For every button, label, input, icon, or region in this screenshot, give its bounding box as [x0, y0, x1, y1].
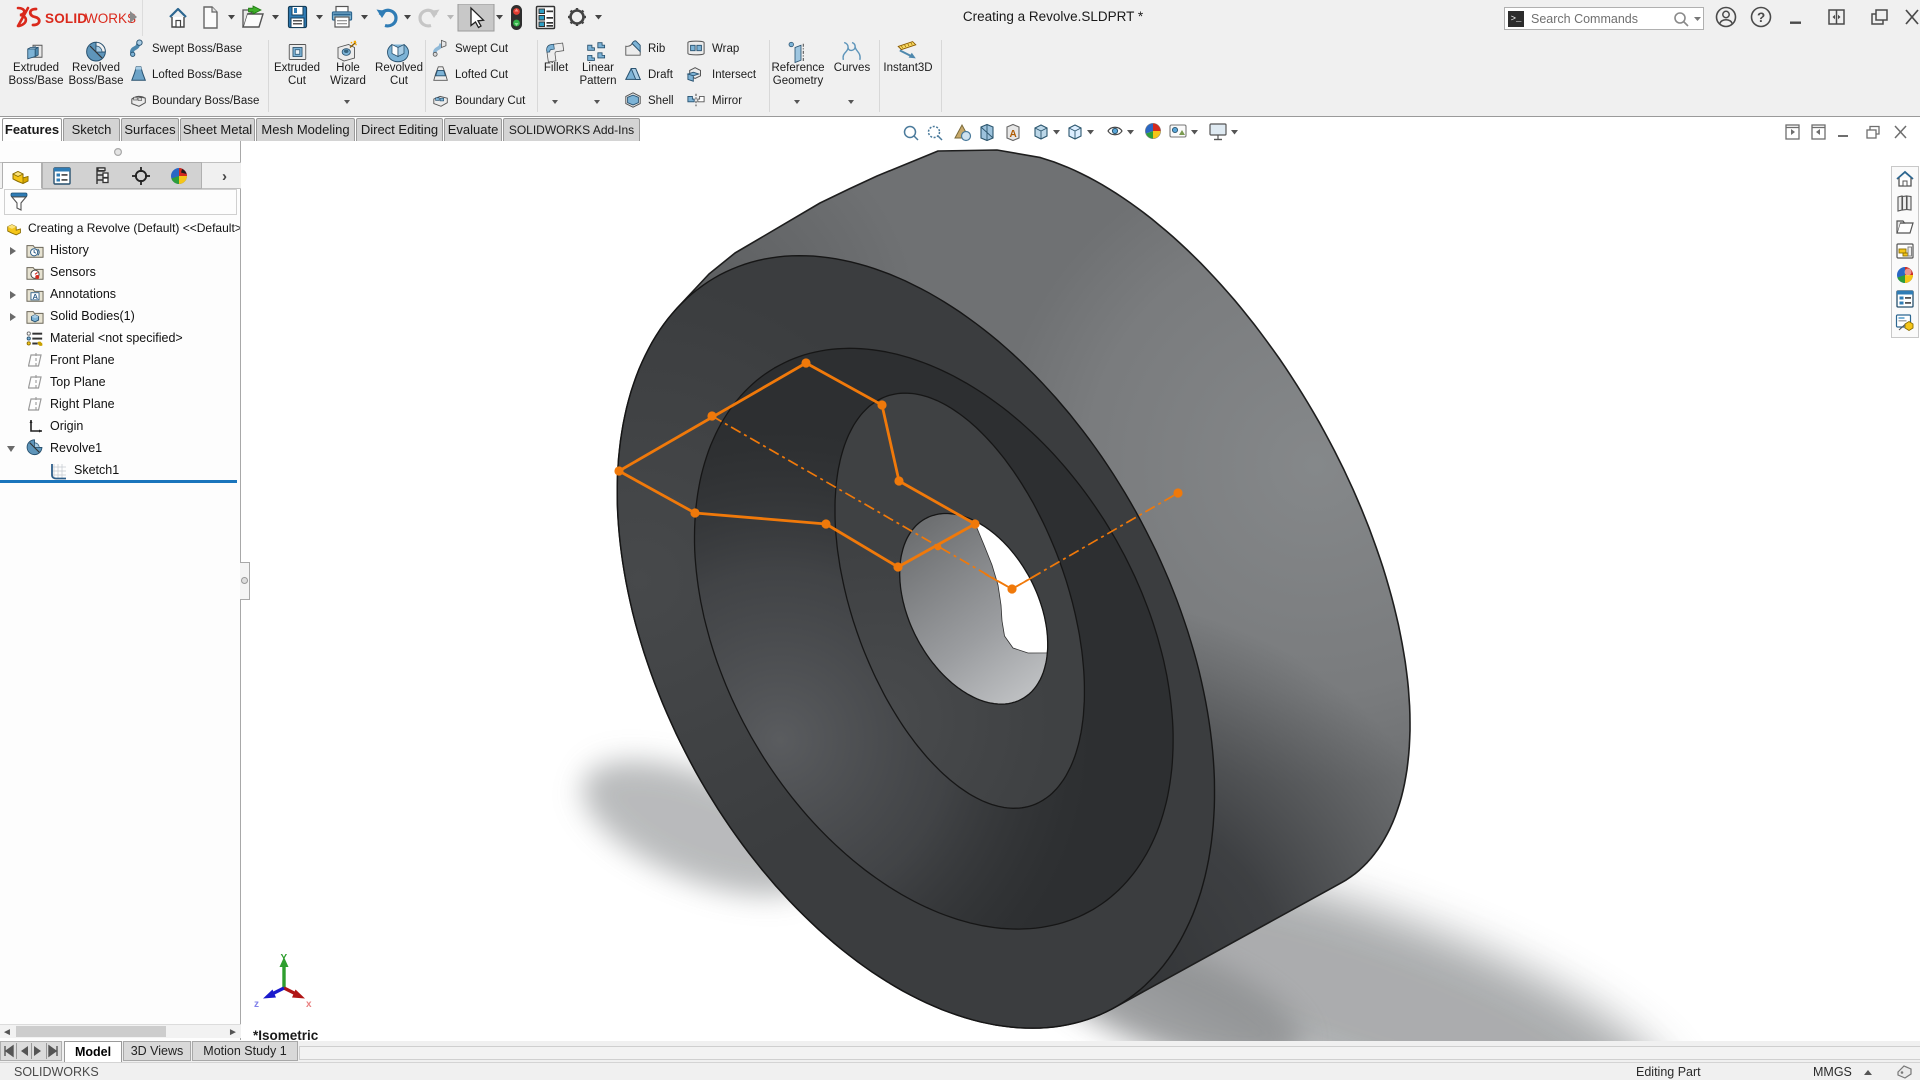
svg-text:Y: Y	[281, 953, 288, 964]
svg-text:WORKS: WORKS	[85, 11, 136, 26]
svg-text:?: ?	[1757, 10, 1765, 25]
svg-text:*Isometric: *Isometric	[253, 1028, 319, 1041]
svg-text:x: x	[306, 999, 312, 1010]
svg-text:SOLID: SOLID	[45, 11, 87, 26]
svg-text:z: z	[254, 999, 259, 1010]
svg-text:A: A	[32, 292, 38, 301]
svg-text:A: A	[1010, 129, 1017, 140]
